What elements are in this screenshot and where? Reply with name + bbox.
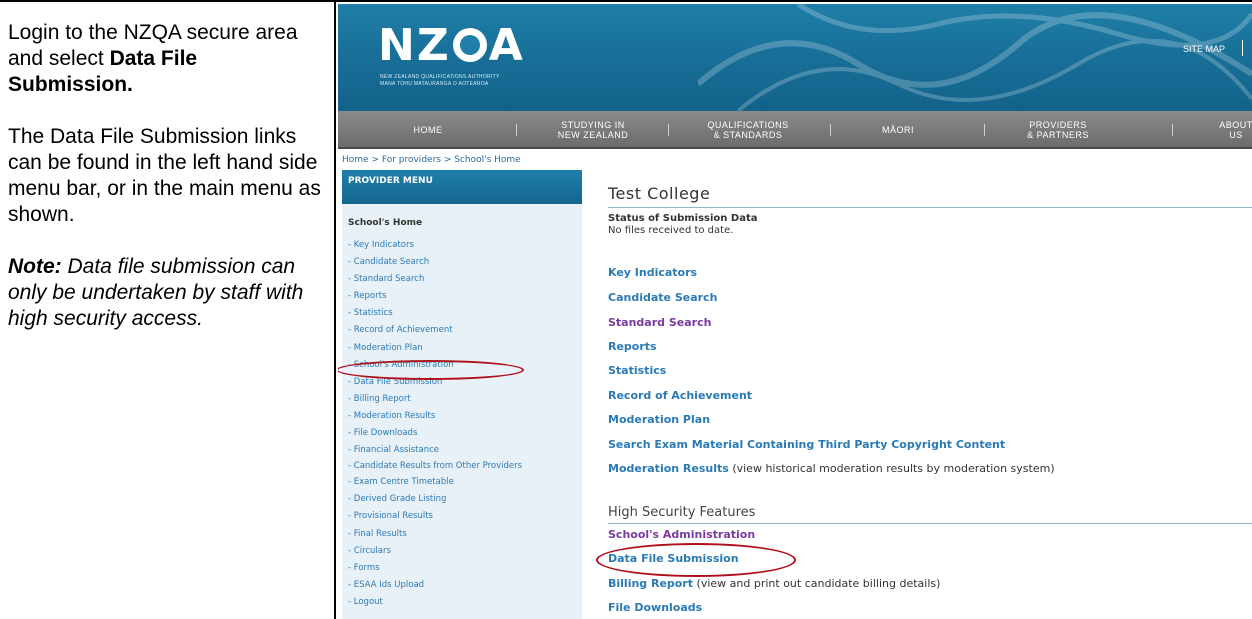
nav-separator bbox=[1172, 124, 1173, 136]
menu-item-final-results[interactable]: - Final Results bbox=[348, 526, 580, 543]
provider-menu-list: - Key Indicators - Candidate Search - St… bbox=[348, 237, 580, 611]
provider-menu-title[interactable]: School's Home bbox=[348, 218, 422, 228]
menu-item-moderation-plan[interactable]: - Moderation Plan bbox=[348, 340, 580, 357]
menu-item-provisional-results[interactable]: - Provisional Results bbox=[348, 508, 580, 525]
logo-text-right: A bbox=[488, 20, 525, 71]
link-reports[interactable]: Reports bbox=[608, 340, 657, 353]
menu-item-record-of-achievement[interactable]: - Record of Achievement bbox=[348, 322, 580, 339]
high-security-heading: High Security Features bbox=[608, 505, 756, 520]
menu-item-standard-search[interactable]: - Standard Search bbox=[348, 271, 580, 288]
provider-menu-heading: PROVIDER MENU bbox=[342, 170, 582, 204]
menu-item-esaa-ids-upload[interactable]: - ESAA Ids Upload bbox=[348, 577, 580, 594]
nav-separator bbox=[668, 124, 669, 136]
provider-menu: PROVIDER MENU School's Home - Key Indica… bbox=[342, 170, 582, 619]
nav-providers[interactable]: PROVIDERS & PARTNERS bbox=[1008, 111, 1108, 149]
menu-item-logout[interactable]: - Logout bbox=[348, 594, 580, 611]
instructions-column: Login to the NZQA secure area and select… bbox=[8, 20, 326, 358]
highlight-circle-sidebar bbox=[338, 360, 524, 380]
instruction-note: Note: Data file submission can only be u… bbox=[8, 254, 326, 332]
note-label: Note: bbox=[8, 255, 62, 278]
link-statistics[interactable]: Statistics bbox=[608, 364, 666, 377]
document-table: Login to the NZQA secure area and select… bbox=[0, 0, 1252, 619]
link-schools-administration[interactable]: School's Administration bbox=[608, 528, 755, 541]
menu-item-billing-report[interactable]: - Billing Report bbox=[348, 391, 580, 408]
link-candidate-search[interactable]: Candidate Search bbox=[608, 291, 717, 304]
menu-item-candidate-search[interactable]: - Candidate Search bbox=[348, 254, 580, 271]
nav-about[interactable]: ABOUT US bbox=[1206, 111, 1252, 149]
menu-item-moderation-results[interactable]: - Moderation Results bbox=[348, 408, 580, 425]
nav-separator bbox=[984, 124, 985, 136]
breadcrumb[interactable]: Home > For providers > School's Home bbox=[342, 155, 521, 165]
link-search-exam-material[interactable]: Search Exam Material Containing Third Pa… bbox=[608, 438, 1005, 451]
menu-item-reports[interactable]: - Reports bbox=[348, 288, 580, 305]
highlight-circle-main bbox=[596, 543, 796, 577]
table-column-divider bbox=[334, 0, 336, 619]
nav-studying[interactable]: STUDYING IN NEW ZEALAND bbox=[538, 111, 648, 149]
menu-item-financial-assistance[interactable]: - Financial Assistance bbox=[348, 442, 580, 459]
header-divider bbox=[1242, 40, 1243, 56]
menu-item-forms[interactable]: - Forms bbox=[348, 560, 580, 577]
menu-item-key-indicators[interactable]: - Key Indicators bbox=[348, 237, 580, 254]
instruction-step-login: Login to the NZQA secure area and select… bbox=[8, 20, 326, 98]
logo-subtitle-line1: NEW ZEALAND QUALIFICATIONS AUTHORITY bbox=[380, 74, 500, 80]
link-moderation-results[interactable]: Moderation Results (view historical mode… bbox=[608, 462, 1055, 475]
nav-home[interactable]: HOME bbox=[378, 111, 478, 149]
nav-maori[interactable]: MĀORI bbox=[858, 111, 938, 149]
high-security-rule bbox=[608, 523, 1252, 524]
link-file-downloads[interactable]: File Downloads bbox=[608, 601, 702, 614]
link-moderation-plan[interactable]: Moderation Plan bbox=[608, 413, 710, 426]
banner-pattern bbox=[698, 4, 1252, 111]
heading-rule bbox=[608, 207, 1252, 208]
status-heading: Status of Submission Data bbox=[608, 213, 758, 224]
menu-item-exam-centre-timetable[interactable]: - Exam Centre Timetable bbox=[348, 474, 580, 491]
logo-text-left: NZ bbox=[378, 20, 451, 71]
site-map-link[interactable]: SITE MAP bbox=[1183, 44, 1225, 54]
menu-item-circulars[interactable]: - Circulars bbox=[348, 543, 580, 560]
logo-figure-icon bbox=[452, 28, 487, 62]
menu-item-candidate-results-other[interactable]: - Candidate Results from Other Providers bbox=[348, 459, 580, 474]
status-value: No files received to date. bbox=[608, 225, 734, 236]
nav-qualifications[interactable]: QUALIFICATIONS & STANDARDS bbox=[688, 111, 808, 149]
link-standard-search[interactable]: Standard Search bbox=[608, 316, 711, 329]
menu-item-file-downloads[interactable]: - File Downloads bbox=[348, 425, 580, 442]
main-nav: HOME STUDYING IN NEW ZEALAND QUALIFICATI… bbox=[338, 111, 1252, 149]
menu-item-derived-grade-listing[interactable]: - Derived Grade Listing bbox=[348, 491, 580, 508]
link-billing-report[interactable]: Billing Report (view and print out candi… bbox=[608, 577, 940, 590]
link-key-indicators[interactable]: Key Indicators bbox=[608, 266, 697, 279]
logo-subtitle: NEW ZEALAND QUALIFICATIONS AUTHORITY MANA… bbox=[380, 74, 500, 88]
school-name: Test College bbox=[608, 184, 711, 203]
nav-separator bbox=[516, 124, 517, 136]
link-record-of-achievement[interactable]: Record of Achievement bbox=[608, 389, 752, 402]
table-top-border bbox=[0, 0, 1252, 2]
instruction-location: The Data File Submission links can be fo… bbox=[8, 125, 321, 226]
site-banner: NZ A NEW ZEALAND QUALIFICATIONS AUTHORITY… bbox=[338, 4, 1252, 111]
nav-separator bbox=[830, 124, 831, 136]
nzqa-logo[interactable]: NZ A bbox=[378, 24, 525, 68]
logo-subtitle-line2: MANA TOHU MATAURANGA O AOTEAROA bbox=[380, 81, 489, 87]
nzqa-screenshot: NZ A NEW ZEALAND QUALIFICATIONS AUTHORITY… bbox=[338, 4, 1252, 619]
menu-item-statistics[interactable]: - Statistics bbox=[348, 305, 580, 322]
